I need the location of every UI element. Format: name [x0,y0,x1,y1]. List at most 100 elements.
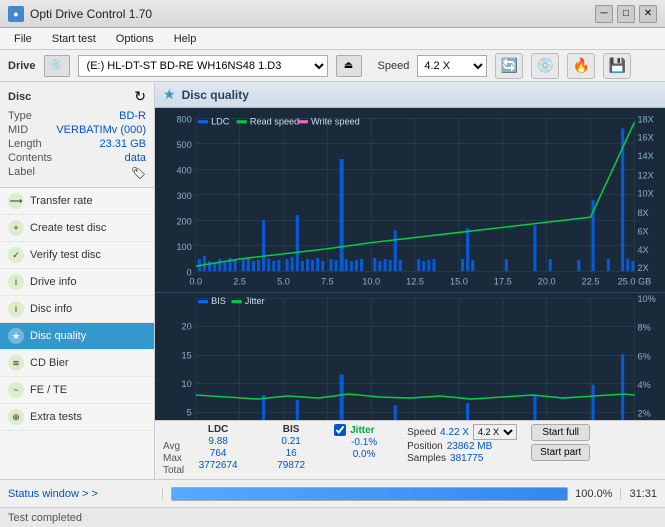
stats-jitter-col: Jitter -0.1% 0.0% [334,424,394,461]
svg-text:BIS: BIS [211,296,226,306]
maximize-button[interactable]: □ [617,5,635,23]
nav-disc-quality-label: Disc quality [30,330,86,342]
menu-help[interactable]: Help [164,31,207,47]
nav-extra-tests-icon: ⊕ [8,409,24,425]
svg-text:15: 15 [182,350,192,360]
test-completed-label: Test completed [8,512,82,524]
stats-bis-col: BIS 0.21 16 79872 [261,424,321,471]
svg-text:14X: 14X [637,151,653,161]
svg-text:500: 500 [176,140,191,150]
stats-ldc-max: 764 [188,448,248,459]
close-button[interactable]: ✕ [639,5,657,23]
svg-text:LDC: LDC [211,116,230,126]
disc-type-label: Type [8,110,32,122]
svg-text:Read speed: Read speed [250,116,299,126]
nav-cd-bier[interactable]: ≋ CD Bier [0,350,154,377]
nav-transfer-rate[interactable]: ⟶ Transfer rate [0,188,154,215]
svg-text:12X: 12X [637,170,653,180]
start-part-button[interactable]: Start part [531,444,590,461]
nav-drive-info-label: Drive info [30,276,76,288]
drive-icon: 💿 [44,55,70,77]
nav-items: ⟶ Transfer rate + Create test disc ✓ Ver… [0,188,154,479]
speed-select-stats[interactable]: 4.2 X [473,424,517,440]
speed-label-stats: Speed [407,427,436,438]
stats-ldc-header: LDC [188,424,248,435]
progress-container: 100.0% [163,487,620,501]
disc-type-row: Type BD-R [8,109,146,123]
status-window-link[interactable]: Status window > > [8,488,163,500]
nav-extra-tests[interactable]: ⊕ Extra tests [0,404,154,431]
menu-start-test[interactable]: Start test [42,31,106,47]
nav-disc-quality[interactable]: ★ Disc quality [0,323,154,350]
nav-create-test-disc[interactable]: + Create test disc [0,215,154,242]
sidebar: Disc ↻ Type BD-R MID VERBATIMv (000) Len… [0,82,155,479]
nav-drive-info[interactable]: i Drive info [0,269,154,296]
nav-create-test-disc-label: Create test disc [30,222,106,234]
svg-text:2%: 2% [637,408,650,418]
disc-icon-btn[interactable]: 💿 [531,53,559,79]
jitter-checkbox[interactable] [334,424,346,436]
menu-bar: File Start test Options Help [0,28,665,50]
nav-fe-te[interactable]: ~ FE / TE [0,377,154,404]
status-bar: Status window > > 100.0% 31:31 [0,479,665,507]
stats-jitter-max: 0.0% [334,449,394,460]
svg-text:0.0: 0.0 [189,276,202,286]
save-icon-btn[interactable]: 💾 [603,53,631,79]
stats-ldc-avg: 9.88 [188,436,248,447]
svg-text:16X: 16X [637,133,653,143]
stats-bis-max: 16 [261,448,321,459]
content-header: ★ Disc quality [155,82,665,108]
svg-text:10%: 10% [637,294,655,304]
content-area: ★ Disc quality [155,82,665,479]
disc-header: Disc [8,91,31,103]
nav-cd-bier-label: CD Bier [30,357,69,369]
svg-text:12.5: 12.5 [406,276,424,286]
speed-header-row: Speed 4.22 X 4.2 X [407,424,527,440]
samples-label: Samples [407,453,446,464]
svg-text:10: 10 [182,378,192,388]
svg-text:2.5: 2.5 [233,276,246,286]
svg-text:17.5: 17.5 [494,276,512,286]
nav-verify-test-disc[interactable]: ✓ Verify test disc [0,242,154,269]
burn-icon-btn[interactable]: 🔥 [567,53,595,79]
status-time: 31:31 [620,488,657,500]
refresh-icon[interactable]: 🔄 [495,53,523,79]
drive-label: Drive [8,60,36,72]
svg-text:10.0: 10.0 [362,276,380,286]
disc-mid-row: MID VERBATIMv (000) [8,123,146,137]
disc-mid-label: MID [8,124,28,136]
nav-extra-tests-label: Extra tests [30,411,82,423]
content-header-icon: ★ [163,86,176,103]
stats-bar: Avg Max Total LDC 9.88 764 3772674 BIS 0… [155,420,665,479]
svg-text:7.5: 7.5 [321,276,334,286]
nav-verify-test-disc-label: Verify test disc [30,249,101,261]
svg-text:4%: 4% [637,379,650,389]
speed-select-drive[interactable]: 4.2 X [417,55,487,77]
jitter-label: Jitter [350,425,374,436]
progress-bar-outer [171,487,568,501]
stats-jitter-avg: -0.1% [334,437,394,448]
nav-disc-quality-icon: ★ [8,328,24,344]
position-value: 23862 MB [447,441,493,452]
start-full-button[interactable]: Start full [531,424,590,441]
minimize-button[interactable]: ─ [595,5,613,23]
eject-button[interactable]: ⏏ [336,55,362,77]
position-row: Position 23862 MB [407,441,527,452]
chart-bis-svg: 0 5 10 15 20 0.0 2.5 5.0 7.5 10.0 12.5 [155,293,665,420]
jitter-header-group: Jitter [334,424,394,436]
nav-transfer-rate-label: Transfer rate [30,195,93,207]
nav-disc-info[interactable]: i Disc info [0,296,154,323]
position-label: Position [407,441,443,452]
menu-file[interactable]: File [4,31,42,47]
svg-text:5: 5 [187,407,192,417]
svg-text:20: 20 [182,321,192,331]
charts-container: 0 100 200 300 400 500 800 0.0 2.5 5.0 7.… [155,108,665,420]
drive-select[interactable]: (E:) HL-DT-ST BD-RE WH16NS48 1.D3 [78,55,328,77]
disc-refresh-icon[interactable]: ↻ [134,88,146,105]
svg-text:6%: 6% [637,351,650,361]
svg-text:8%: 8% [637,322,650,332]
stats-speed-col: Speed 4.22 X 4.2 X Position 23862 MB Sam… [407,424,527,464]
svg-text:200: 200 [176,216,191,226]
menu-options[interactable]: Options [106,31,164,47]
disc-mid-value: VERBATIMv (000) [56,124,146,136]
